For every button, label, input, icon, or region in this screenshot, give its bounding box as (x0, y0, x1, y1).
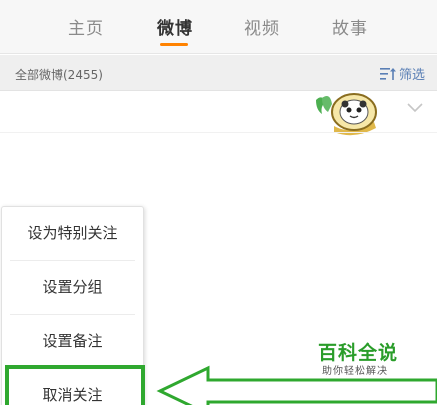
menu-item-special-follow[interactable]: 设为特别关注 (2, 207, 143, 259)
filter-bar: 全部微博(2455) 筛选 (0, 55, 437, 91)
divider (0, 132, 437, 133)
filter-sort-icon (379, 67, 396, 84)
follow-options-menu: 设为特别关注 设置分组 设置备注 取消关注 (1, 206, 144, 405)
tab-weibo[interactable]: 微博 (157, 14, 193, 39)
menu-item-unfollow[interactable]: 取消关注 (2, 369, 143, 405)
chevron-down-icon[interactable] (406, 102, 424, 114)
watermark-subtitle: 助你轻松解决 (322, 366, 388, 377)
filter-label: 筛选 (398, 68, 425, 83)
top-tab-bar: 主页 微博 视频 故事 (0, 0, 437, 54)
all-weibo-count[interactable]: 全部微博(2455) (15, 66, 103, 83)
weibo-profile-screen: 主页 微博 视频 故事 全部微博(2455) 筛选 设为特别关注 设置分组 设置… (0, 0, 437, 405)
tab-home[interactable]: 主页 (68, 14, 104, 39)
tab-video[interactable]: 视频 (244, 14, 280, 39)
cartoon-sticker-image (316, 93, 377, 136)
menu-item-set-group[interactable]: 设置分组 (2, 261, 143, 313)
tab-story[interactable]: 故事 (332, 14, 368, 39)
watermark-title: 百科全说 (318, 342, 399, 364)
menu-item-set-remark[interactable]: 设置备注 (2, 315, 143, 367)
pointer-arrow-icon (156, 365, 437, 405)
filter-button[interactable]: 筛选 (379, 64, 425, 84)
active-tab-indicator (160, 43, 188, 46)
